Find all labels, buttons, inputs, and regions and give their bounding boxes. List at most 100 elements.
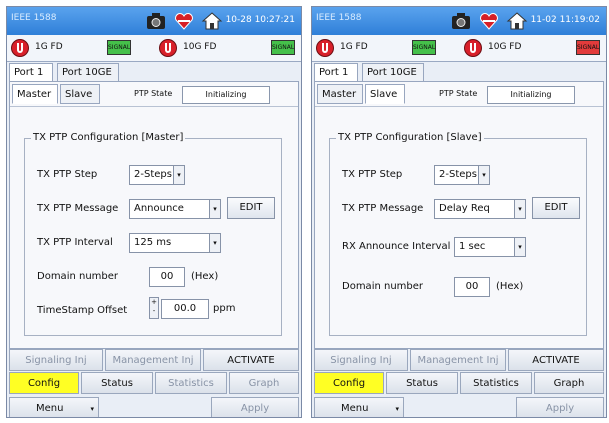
port-status-bar: 1G FD SIGNAL 10G FD SIGNAL: [312, 35, 606, 62]
tx-ptp-message-label: TX PTP Message: [37, 203, 119, 214]
port-10g-status[interactable]: 10G FD SIGNAL: [159, 38, 299, 58]
tab-slave[interactable]: Slave: [365, 84, 405, 104]
tab-config[interactable]: Config: [314, 372, 384, 394]
dropdown-arrow-icon: ▾: [173, 166, 184, 184]
port-status-icon: [11, 39, 29, 57]
tab-port-10ge[interactable]: Port 10GE: [57, 63, 119, 81]
rx-announce-interval-select[interactable]: 1 sec ▾: [454, 237, 526, 257]
tab-status[interactable]: Status: [386, 372, 458, 394]
activate-button[interactable]: ACTIVATE: [203, 349, 299, 371]
tx-ptp-interval-select[interactable]: 125 ms ▾: [129, 233, 221, 253]
timestamp-offset-field[interactable]: 00.0: [161, 299, 209, 319]
select-value: 1 sec: [459, 241, 486, 252]
home-icon[interactable]: [506, 10, 528, 32]
ptp-state-label: PTP State: [439, 89, 478, 98]
tx-ptp-config-group: TX PTP Configuration [Master] TX PTP Ste…: [24, 132, 282, 336]
config-content: Master Slave PTP State Initializing TX P…: [9, 81, 299, 349]
tx-ptp-step-select[interactable]: 2-Steps ▾: [129, 165, 185, 185]
dropdown-arrow-icon: ▾: [209, 234, 220, 252]
port-1g-label: 1G FD: [340, 42, 368, 52]
heart-icon[interactable]: [173, 10, 195, 32]
tx-ptp-step-select[interactable]: 2-Steps ▾: [434, 165, 490, 185]
tx-ptp-message-select[interactable]: Delay Req ▾: [434, 199, 526, 219]
tx-ptp-interval-label: TX PTP Interval: [37, 237, 113, 248]
dropdown-arrow-icon: ▾: [514, 200, 525, 218]
domain-number-label: Domain number: [37, 271, 119, 282]
management-inj-button[interactable]: Management Inj: [410, 349, 506, 371]
tab-master[interactable]: Master: [12, 84, 58, 104]
heart-icon[interactable]: [478, 10, 500, 32]
activate-button[interactable]: ACTIVATE: [508, 349, 604, 371]
select-value: 125 ms: [134, 237, 172, 248]
tx-ptp-step-label: TX PTP Step: [342, 169, 403, 180]
edit-button[interactable]: EDIT: [227, 197, 275, 219]
app-title: IEEE 1588: [11, 13, 57, 23]
domain-number-label: Domain number: [342, 281, 424, 292]
dropdown-arrow-icon: ▾: [90, 405, 94, 413]
panel-slave: IEEE 1588 11-02 11:19:02 1G FD SIGNAL 10…: [311, 6, 607, 418]
tx-ptp-config-group: TX PTP Configuration [Slave] TX PTP Step…: [329, 132, 587, 336]
tab-slave[interactable]: Slave: [60, 84, 100, 104]
camera-icon[interactable]: [450, 10, 472, 32]
signaling-inj-button[interactable]: Signaling Inj: [314, 349, 408, 371]
ptp-state-value: Initializing: [182, 86, 270, 104]
port-status-bar: 1G FD SIGNAL 10G FD SIGNAL: [7, 35, 301, 62]
tab-port-1[interactable]: Port 1: [9, 63, 53, 81]
divider: [315, 106, 603, 107]
port-tabs: Port 1 Port 10GE: [312, 61, 606, 81]
port-status-icon: [464, 39, 482, 57]
tab-statistics[interactable]: Statistics: [155, 372, 227, 394]
tx-ptp-step-label: TX PTP Step: [37, 169, 98, 180]
port-1g-status[interactable]: 1G FD SIGNAL: [316, 38, 436, 58]
tab-statistics[interactable]: Statistics: [460, 372, 532, 394]
tab-status[interactable]: Status: [81, 372, 153, 394]
domain-unit: (Hex): [191, 271, 219, 282]
port-10g-label: 10G FD: [488, 42, 522, 52]
port-1g-status[interactable]: 1G FD SIGNAL: [11, 38, 131, 58]
config-content: Master Slave PTP State Initializing TX P…: [314, 81, 604, 349]
management-inj-button[interactable]: Management Inj: [105, 349, 201, 371]
domain-unit: (Hex): [496, 281, 524, 292]
app-title: IEEE 1588: [316, 13, 362, 23]
tx-ptp-message-select[interactable]: Announce ▾: [129, 199, 221, 219]
signal-led: SIGNAL: [576, 40, 600, 55]
domain-number-field[interactable]: 00: [149, 267, 185, 287]
port-10g-status[interactable]: 10G FD SIGNAL: [464, 38, 604, 58]
tab-port-1[interactable]: Port 1: [314, 63, 358, 81]
tab-port-10ge[interactable]: Port 10GE: [362, 63, 424, 81]
signal-led: SIGNAL: [271, 40, 295, 55]
timestamp: 11-02 11:19:02: [530, 15, 600, 25]
select-value: 2-Steps: [134, 169, 172, 180]
domain-number-field[interactable]: 00: [454, 277, 490, 297]
signaling-inj-button[interactable]: Signaling Inj: [9, 349, 103, 371]
signal-led: SIGNAL: [412, 40, 436, 55]
group-title: TX PTP Configuration [Slave]: [336, 132, 484, 143]
select-value: 2-Steps: [439, 169, 477, 180]
port-10g-label: 10G FD: [183, 42, 217, 52]
divider: [10, 106, 298, 107]
title-bar: IEEE 1588 11-02 11:19:02: [312, 7, 606, 35]
port-status-icon: [316, 39, 334, 57]
tab-graph[interactable]: Graph: [229, 372, 299, 394]
dropdown-arrow-icon: ▾: [209, 200, 220, 218]
rx-announce-interval-label: RX Announce Interval: [342, 241, 451, 252]
tab-config[interactable]: Config: [9, 372, 79, 394]
menu-button[interactable]: Menu ▾: [314, 397, 404, 417]
edit-button[interactable]: EDIT: [532, 197, 580, 219]
dropdown-arrow-icon: ▾: [478, 166, 489, 184]
tab-master[interactable]: Master: [317, 84, 363, 104]
ptp-state-value: Initializing: [487, 86, 575, 104]
port-1g-label: 1G FD: [35, 42, 63, 52]
offset-stepper[interactable]: + -: [149, 297, 159, 319]
menu-button[interactable]: Menu ▾: [9, 397, 99, 417]
apply-button[interactable]: Apply: [211, 397, 299, 417]
group-title: TX PTP Configuration [Master]: [31, 132, 186, 143]
tab-graph[interactable]: Graph: [534, 372, 604, 394]
apply-button[interactable]: Apply: [516, 397, 604, 417]
camera-icon[interactable]: [145, 10, 167, 32]
tx-ptp-message-label: TX PTP Message: [342, 203, 424, 214]
home-icon[interactable]: [201, 10, 223, 32]
select-value: Delay Req: [439, 203, 490, 214]
dropdown-arrow-icon: ▾: [395, 405, 399, 413]
panel-master: IEEE 1588 10-28 10:27:21 1G FD SIGNAL 10…: [6, 6, 302, 418]
